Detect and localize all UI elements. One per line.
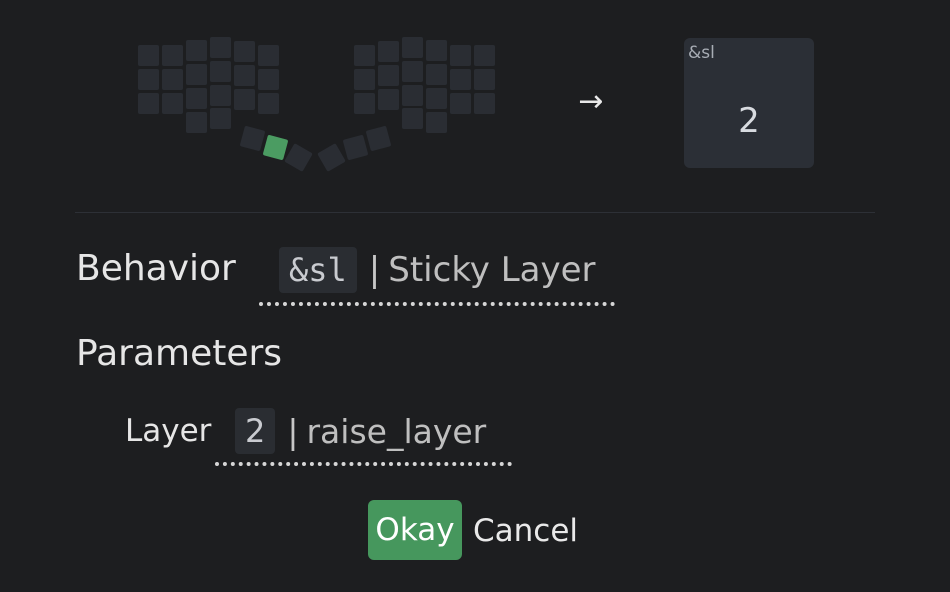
behavior-description: Sticky Layer	[388, 250, 596, 290]
keyboard-key	[354, 69, 375, 90]
keyboard-layout-preview	[0, 0, 620, 200]
parameters-heading: Parameters	[76, 333, 283, 374]
keyboard-key	[210, 37, 231, 58]
keyboard-key	[378, 41, 399, 62]
keyboard-key	[426, 88, 447, 109]
keyboard-key	[378, 89, 399, 110]
active-key	[262, 134, 289, 161]
keyboard-key	[426, 112, 447, 133]
keyboard-key	[138, 69, 159, 90]
behavior-select[interactable]: &sl | Sticky Layer	[259, 244, 615, 306]
keyboard-key	[162, 93, 183, 114]
keyboard-key	[258, 93, 279, 114]
okay-button[interactable]: Okay	[368, 500, 462, 560]
cancel-button[interactable]: Cancel	[473, 508, 578, 554]
keyboard-key	[402, 85, 423, 106]
keyboard-key	[402, 37, 423, 58]
keyboard-key	[234, 65, 255, 86]
behavior-label: Behavior	[76, 248, 236, 289]
keyboard-key	[258, 69, 279, 90]
keyboard-key	[365, 125, 392, 152]
keyboard-key	[210, 85, 231, 106]
keyboard-key	[342, 134, 369, 161]
behavior-separator: |	[368, 250, 381, 290]
keyboard-key	[186, 40, 207, 61]
keyboard-key	[450, 93, 471, 114]
keyboard-key	[138, 45, 159, 66]
keyboard-key	[186, 64, 207, 85]
keycap-preview: &sl 2	[684, 38, 814, 168]
layer-separator: |	[287, 411, 299, 451]
layer-select[interactable]: 2 | raise_layer	[215, 406, 512, 466]
keyboard-key	[138, 93, 159, 114]
keyboard-key	[474, 45, 495, 66]
keyboard-key	[186, 88, 207, 109]
layer-description: raise_layer	[306, 411, 487, 451]
keyboard-key	[317, 143, 346, 172]
keyboard-key	[162, 69, 183, 90]
keyboard-key	[284, 143, 313, 172]
keyboard-key	[234, 41, 255, 62]
keycap-param: 2	[738, 101, 760, 141]
keyboard-key	[474, 93, 495, 114]
keyboard-key	[378, 65, 399, 86]
keyboard-key	[426, 40, 447, 61]
layer-value: 2	[235, 408, 276, 454]
keyboard-key	[234, 89, 255, 110]
keyboard-key	[450, 69, 471, 90]
behavior-code: &sl	[279, 247, 357, 293]
keyboard-key	[402, 61, 423, 82]
keyboard-key	[258, 45, 279, 66]
keyboard-key	[239, 125, 266, 152]
right-arrow-icon: →	[578, 84, 604, 119]
divider	[75, 212, 875, 213]
keyboard-key	[354, 45, 375, 66]
layer-param-label: Layer	[125, 413, 212, 449]
keyboard-key	[474, 69, 495, 90]
keyboard-key	[162, 45, 183, 66]
keyboard-key	[450, 45, 471, 66]
keyboard-key	[354, 93, 375, 114]
keyboard-key	[426, 64, 447, 85]
keyboard-key	[186, 112, 207, 133]
keyboard-key	[210, 61, 231, 82]
keycap-header: &sl	[688, 43, 715, 63]
keyboard-key	[210, 108, 231, 129]
keyboard-key	[402, 108, 423, 129]
